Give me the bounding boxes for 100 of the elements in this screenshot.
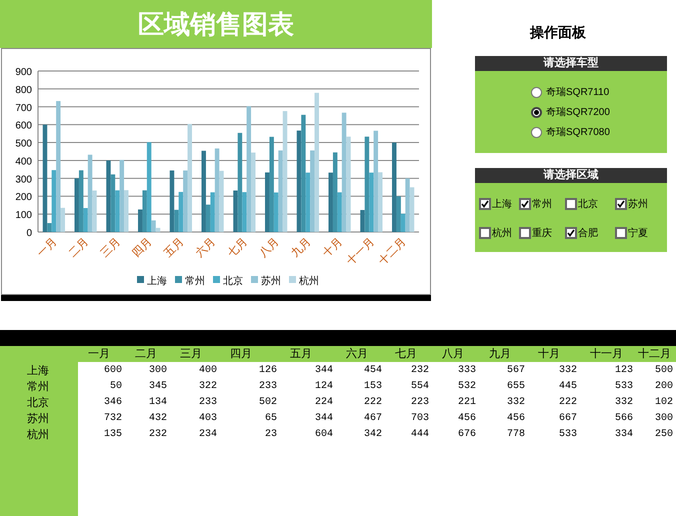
- table-cell-text: 23: [264, 428, 277, 442]
- column-header: 五月: [290, 346, 312, 362]
- table-cell-text: 102: [654, 396, 673, 410]
- row-label: 苏州: [27, 412, 50, 427]
- checkbox-label: 杭州: [492, 226, 512, 240]
- title-banner: 区域销售图表: [0, 0, 432, 48]
- y-tick-label: 900: [15, 67, 32, 78]
- x-tick-label: 二月: [66, 236, 91, 260]
- legend-label: 上海: [147, 276, 167, 287]
- checkbox-label: 宁夏: [628, 226, 648, 240]
- table-cell-text: 456: [506, 412, 525, 426]
- column-header: 十月: [538, 346, 560, 362]
- y-tick-label: 700: [15, 102, 32, 114]
- table-cell-text: 342: [364, 428, 382, 442]
- x-tick-label: 七月: [226, 236, 250, 260]
- legend-swatch: [137, 276, 144, 283]
- x-tick-label: 六月: [194, 236, 218, 260]
- legend-label: 杭州: [299, 276, 319, 287]
- table-cell-text: 703: [410, 412, 429, 426]
- table-cell-text: 124: [314, 380, 333, 394]
- checkbox[interactable]: [565, 198, 577, 210]
- checkbox[interactable]: [479, 227, 491, 239]
- y-tick-label: 200: [15, 192, 32, 204]
- radio-button[interactable]: [531, 126, 542, 138]
- y-tick-label: 800: [15, 84, 32, 96]
- radio-label: 奇瑞SQR7110: [546, 86, 610, 100]
- table-cell-text: 234: [198, 428, 217, 442]
- x-tick-label: 三月: [98, 236, 123, 260]
- table-cell-text: 533: [558, 428, 577, 442]
- column-header: 七月: [395, 346, 417, 362]
- y-tick-label: 500: [15, 138, 32, 150]
- table-cell-text: 123: [614, 364, 633, 378]
- table-cell-text: 332: [558, 364, 577, 378]
- table-cell-text: 332: [614, 396, 633, 410]
- x-tick-label: 一月: [35, 236, 60, 260]
- y-tick-label: 100: [15, 210, 32, 222]
- table-cell-text: 502: [258, 396, 277, 410]
- table-cell-text: 300: [654, 412, 673, 426]
- column-header: 九月: [489, 346, 511, 362]
- table-cell-text: 400: [198, 364, 217, 378]
- table-cell-text: 50: [110, 380, 122, 394]
- table-cell-text: 676: [458, 428, 476, 442]
- x-tick-label: 五月: [162, 236, 186, 260]
- checkbox[interactable]: [615, 227, 627, 239]
- checkbox-label: 北京: [578, 198, 598, 212]
- checkbox[interactable]: [479, 198, 491, 210]
- table-cell-text: 221: [458, 396, 476, 410]
- table-cell-text: 153: [364, 380, 382, 394]
- table-cell-text: 778: [506, 428, 525, 442]
- table-cell-text: 567: [506, 364, 525, 378]
- legend-label: 苏州: [261, 276, 281, 287]
- legend-label: 北京: [223, 276, 243, 287]
- legend-swatch: [213, 276, 220, 283]
- table-cell-text: 655: [506, 380, 525, 394]
- table-cell-text: 445: [558, 380, 577, 394]
- table-cell-text: 467: [364, 412, 382, 426]
- radio-button[interactable]: [531, 86, 542, 98]
- radio-button[interactable]: [531, 106, 542, 118]
- table-cell-text: 600: [104, 364, 122, 378]
- radio-label: 奇瑞SQR7200: [546, 106, 610, 120]
- table-cell-text: 135: [104, 428, 122, 442]
- radio-label: 奇瑞SQR7080: [546, 126, 610, 140]
- checkbox[interactable]: [615, 198, 627, 210]
- checkbox[interactable]: [565, 227, 577, 239]
- y-tick-label: 0: [26, 228, 32, 239]
- table-cell-text: 322: [198, 380, 217, 394]
- table-cell-text: 566: [614, 412, 633, 426]
- table-cell-text: 604: [314, 428, 333, 442]
- x-tick-label: 八月: [257, 236, 282, 260]
- table-cell-text: 233: [258, 380, 277, 394]
- table-cell-text: 232: [148, 428, 167, 442]
- table-cell-text: 250: [654, 428, 673, 442]
- checkbox[interactable]: [519, 198, 531, 210]
- checkbox[interactable]: [519, 227, 531, 239]
- table-cell-text: 344: [314, 412, 333, 426]
- table-cell-text: 126: [258, 364, 277, 378]
- y-tick-label: 300: [15, 174, 32, 186]
- table-cell-text: 233: [198, 396, 217, 410]
- table-cell-text: 345: [148, 380, 167, 394]
- table-cell-text: 134: [148, 396, 167, 410]
- panel-header: 请选择车型: [475, 56, 667, 71]
- table-cell-text: 65: [264, 412, 277, 426]
- table-cell-text: 344: [314, 364, 333, 378]
- column-header: 八月: [442, 346, 464, 362]
- table-cell-text: 444: [410, 428, 429, 442]
- table-cell-text: 333: [458, 364, 476, 378]
- table-cell-text: 232: [410, 364, 429, 378]
- column-header: 一月: [88, 346, 110, 362]
- table-cell-text: 222: [364, 396, 382, 410]
- column-header: 十二月: [638, 346, 671, 362]
- legend-swatch: [289, 276, 296, 283]
- column-header: 四月: [230, 346, 252, 362]
- column-header: 三月: [180, 346, 202, 362]
- panel-title: 操作面板: [530, 23, 586, 42]
- row-label: 常州: [27, 380, 50, 395]
- panel-header: 请选择区域: [475, 168, 667, 183]
- table-cell-text: 532: [458, 380, 476, 394]
- table-cell-text: 432: [148, 412, 167, 426]
- x-tick-label: 十月: [320, 236, 345, 260]
- table-cell-text: 300: [148, 364, 167, 378]
